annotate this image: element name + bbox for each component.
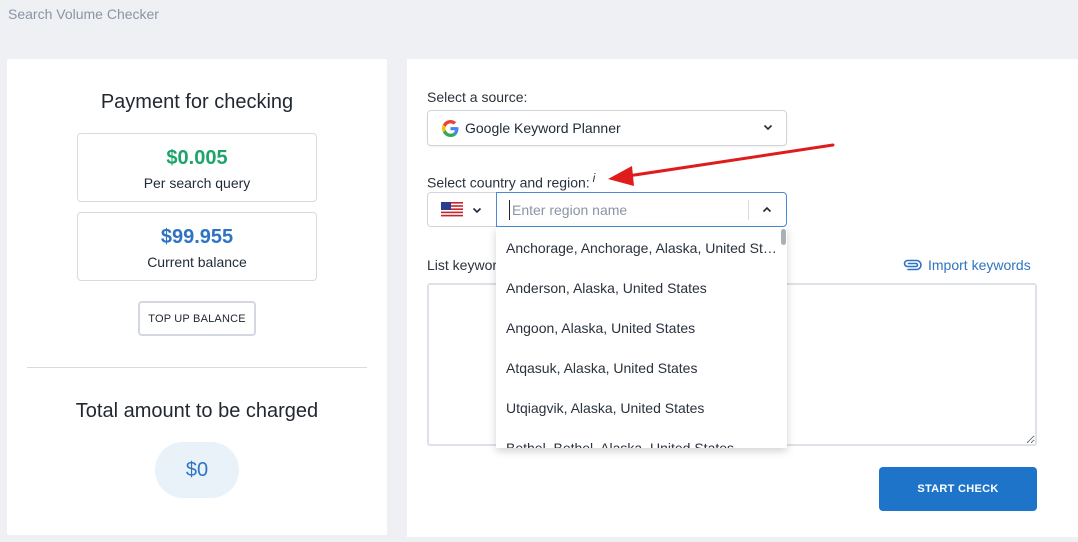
price-caption: Per search query xyxy=(143,175,251,191)
country-select[interactable] xyxy=(427,192,497,227)
balance-value: $99.955 xyxy=(160,226,234,248)
region-option[interactable]: Anchorage, Anchorage, Alaska, United Sta… xyxy=(496,228,778,268)
region-dropdown: Anchorage, Anchorage, Alaska, United Sta… xyxy=(496,227,787,448)
page-title: Search Volume Checker xyxy=(8,6,159,22)
source-value: Google Keyword Planner xyxy=(465,120,621,136)
chevron-up-icon[interactable] xyxy=(761,204,773,216)
region-option[interactable]: Atqasuk, Alaska, United States xyxy=(496,348,778,388)
chevron-down-icon xyxy=(472,207,482,213)
source-label: Select a source: xyxy=(427,89,528,105)
total-heading: Total amount to be charged xyxy=(75,400,319,422)
info-icon[interactable]: i xyxy=(593,171,596,185)
top-up-balance-button[interactable]: TOP UP BALANCE xyxy=(138,301,256,336)
separator xyxy=(748,200,749,220)
paperclip-icon xyxy=(903,259,922,271)
region-input[interactable] xyxy=(509,200,734,220)
region-option[interactable]: Bethel, Bethel, Alaska, United States xyxy=(496,428,778,448)
balance-caption: Current balance xyxy=(147,254,247,270)
google-icon xyxy=(442,119,459,137)
us-flag-icon xyxy=(441,202,463,217)
payment-card: Payment for checking $0.005 Per search q… xyxy=(7,59,387,535)
region-option[interactable]: Utqiagvik, Alaska, United States xyxy=(496,388,778,428)
payment-heading: Payment for checking xyxy=(100,91,294,113)
balance-box: $99.955 Current balance xyxy=(77,212,317,281)
divider xyxy=(27,367,367,368)
price-box: $0.005 Per search query xyxy=(77,133,317,202)
dropdown-scrollbar[interactable] xyxy=(781,229,786,245)
start-check-button[interactable]: START CHECK xyxy=(879,467,1037,511)
chevron-down-icon xyxy=(763,124,773,131)
price-value: $0.005 xyxy=(166,147,228,169)
total-amount: $0 xyxy=(155,442,239,498)
region-label: Select country and region: i xyxy=(427,171,596,191)
import-keywords-label: Import keywords xyxy=(928,257,1031,273)
region-option[interactable]: Anderson, Alaska, United States xyxy=(496,268,778,308)
source-select[interactable]: Google Keyword Planner xyxy=(427,110,787,146)
region-option[interactable]: Angoon, Alaska, United States xyxy=(496,308,778,348)
import-keywords-link[interactable]: Import keywords xyxy=(902,257,1031,273)
region-combobox[interactable] xyxy=(496,192,787,227)
